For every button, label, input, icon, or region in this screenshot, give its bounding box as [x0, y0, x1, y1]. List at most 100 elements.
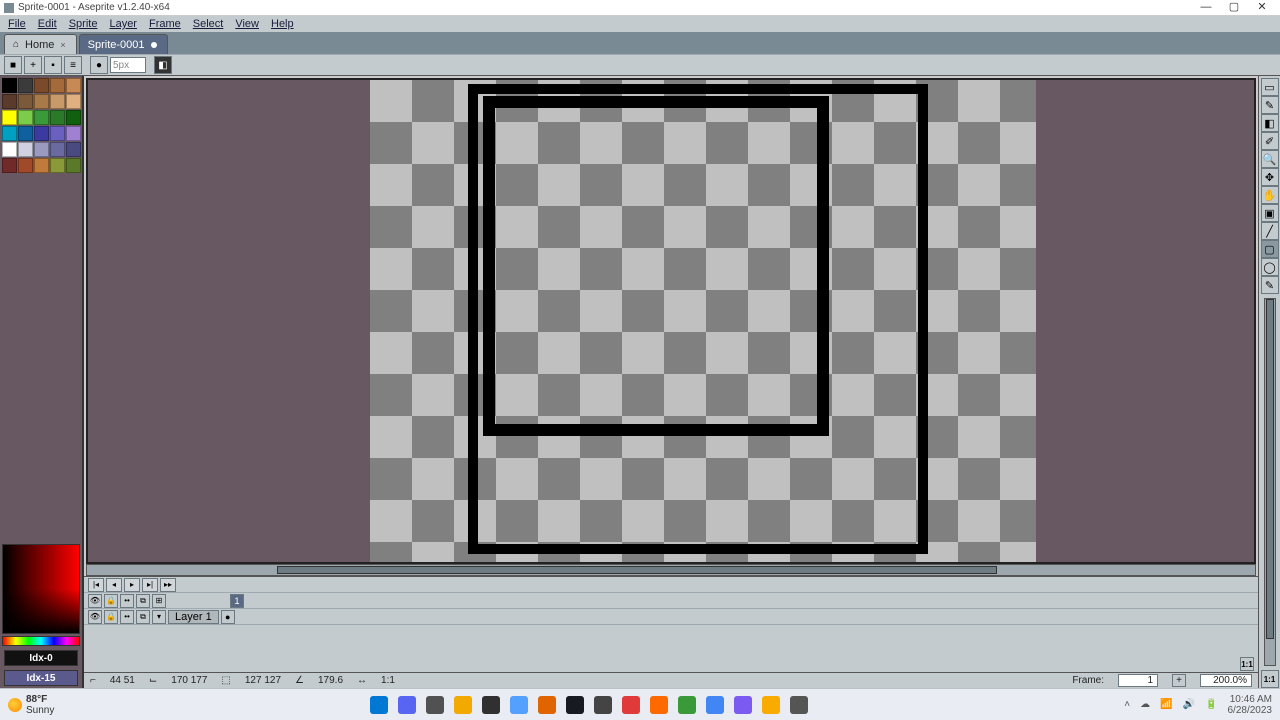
- brush-square-button[interactable]: ▪: [44, 56, 62, 74]
- palette-swatch-21[interactable]: [18, 142, 33, 157]
- palette-swatch-6[interactable]: [18, 94, 33, 109]
- hue-spectrum[interactable]: [2, 636, 80, 646]
- color-palette[interactable]: [0, 76, 82, 175]
- layer-continuous-toggle[interactable]: ••: [120, 610, 134, 624]
- os-taskbar[interactable]: 88°F Sunny ˄ ☁ 📶 🔊 🔋 10:46 AM 6/28/2023: [0, 688, 1280, 720]
- brush-size-input[interactable]: [110, 57, 146, 73]
- layer-collapse-toggle[interactable]: ▾: [152, 610, 166, 624]
- palette-swatch-8[interactable]: [50, 94, 65, 109]
- add-layer-header-icon[interactable]: ⊞: [152, 594, 166, 608]
- zoom-icon[interactable]: 🔍: [1261, 150, 1279, 168]
- palette-swatch-10[interactable]: [2, 110, 17, 125]
- brush-add-button[interactable]: +: [24, 56, 42, 74]
- move-icon[interactable]: ✥: [1261, 168, 1279, 186]
- palette-swatch-0[interactable]: [2, 78, 17, 93]
- play-button[interactable]: ▸: [124, 578, 140, 592]
- onedrive-icon[interactable]: ☁: [1140, 699, 1150, 710]
- layer-name-label[interactable]: Layer 1: [168, 610, 219, 624]
- palette-swatch-15[interactable]: [2, 126, 17, 141]
- palette-swatch-1[interactable]: [18, 78, 33, 93]
- hscroll-thumb[interactable]: [277, 566, 997, 574]
- menu-file[interactable]: File: [2, 18, 32, 30]
- link-header-icon[interactable]: ⧉: [136, 594, 150, 608]
- line-icon[interactable]: ╱: [1261, 222, 1279, 240]
- next-frame-button[interactable]: ▸|: [142, 578, 158, 592]
- menu-help[interactable]: Help: [265, 18, 300, 30]
- eyedropper-icon[interactable]: ✐: [1261, 132, 1279, 150]
- last-frame-button[interactable]: ▸▸: [160, 578, 176, 592]
- hand-icon[interactable]: ✋: [1261, 186, 1279, 204]
- palette-swatch-14[interactable]: [66, 110, 81, 125]
- eraser-icon[interactable]: ◧: [1261, 114, 1279, 132]
- first-frame-button[interactable]: |◂: [88, 578, 104, 592]
- palette-swatch-11[interactable]: [18, 110, 33, 125]
- wifi-icon[interactable]: 📶: [1160, 699, 1172, 710]
- color-picker[interactable]: [2, 544, 80, 634]
- vertical-scrollbar[interactable]: [1264, 298, 1276, 666]
- foreground-color-index[interactable]: Idx-0: [4, 650, 78, 666]
- frame-add-button[interactable]: +: [1172, 674, 1186, 687]
- palette-swatch-20[interactable]: [2, 142, 17, 157]
- palette-swatch-5[interactable]: [2, 94, 17, 109]
- taskbar-app-icon-5[interactable]: [510, 696, 528, 714]
- taskbar-app-icon-0[interactable]: [370, 696, 388, 714]
- paint-bucket-icon[interactable]: ▣: [1261, 204, 1279, 222]
- taskbar-app-icon-1[interactable]: [398, 696, 416, 714]
- taskbar-app-icon-4[interactable]: [482, 696, 500, 714]
- menu-select[interactable]: Select: [187, 18, 230, 30]
- frame-header-1[interactable]: 1: [230, 594, 244, 608]
- palette-swatch-29[interactable]: [66, 158, 81, 173]
- palette-swatch-12[interactable]: [34, 110, 49, 125]
- contour-icon[interactable]: ✎: [1261, 276, 1279, 294]
- tab-sprite-0001[interactable]: Sprite-0001: [79, 34, 168, 54]
- layer-row[interactable]: 👁 🔒 •• ⧉ ▾ Layer 1 ●: [84, 609, 1258, 625]
- tab-home[interactable]: ⌂ Home ×: [4, 34, 77, 54]
- menu-view[interactable]: View: [229, 18, 265, 30]
- layer-visibility-toggle[interactable]: 👁: [88, 610, 102, 624]
- marquee-icon[interactable]: ▭: [1261, 78, 1279, 96]
- taskbar-clock[interactable]: 10:46 AM 6/28/2023: [1228, 694, 1273, 716]
- cel-frame-1[interactable]: ●: [221, 610, 235, 624]
- pencil-icon[interactable]: ✎: [1261, 96, 1279, 114]
- taskbar-app-icon-6[interactable]: [538, 696, 556, 714]
- taskbar-app-icon-14[interactable]: [762, 696, 780, 714]
- battery-icon[interactable]: 🔋: [1205, 699, 1217, 710]
- system-tray[interactable]: ˄ ☁ 📶 🔊 🔋 10:46 AM 6/28/2023: [1124, 694, 1272, 716]
- brush-type-button[interactable]: ■: [4, 56, 22, 74]
- palette-swatch-18[interactable]: [50, 126, 65, 141]
- taskbar-weather[interactable]: 88°F Sunny: [8, 694, 54, 716]
- palette-swatch-22[interactable]: [34, 142, 49, 157]
- menu-edit[interactable]: Edit: [32, 18, 63, 30]
- palette-swatch-25[interactable]: [2, 158, 17, 173]
- fit-one-to-one-button[interactable]: 1:1: [1240, 657, 1254, 671]
- vscroll-thumb[interactable]: [1266, 299, 1274, 639]
- ellipse-icon[interactable]: ◯: [1261, 258, 1279, 276]
- window-maximize-button[interactable]: ▢: [1220, 1, 1248, 15]
- tab-home-close[interactable]: ×: [60, 40, 65, 50]
- taskbar-app-icon-2[interactable]: [426, 696, 444, 714]
- palette-swatch-28[interactable]: [50, 158, 65, 173]
- palette-swatch-2[interactable]: [34, 78, 49, 93]
- palette-swatch-19[interactable]: [66, 126, 81, 141]
- one-to-one-zoom-button[interactable]: 1:1: [1261, 670, 1279, 688]
- window-minimize-button[interactable]: —: [1192, 1, 1220, 15]
- taskbar-app-icon-13[interactable]: [734, 696, 752, 714]
- palette-swatch-13[interactable]: [50, 110, 65, 125]
- window-close-button[interactable]: ✕: [1248, 1, 1276, 15]
- rectangle-icon[interactable]: ▢: [1261, 240, 1279, 258]
- palette-swatch-17[interactable]: [34, 126, 49, 141]
- taskbar-app-icon-7[interactable]: [566, 696, 584, 714]
- menu-sprite[interactable]: Sprite: [63, 18, 104, 30]
- taskbar-app-icon-8[interactable]: [594, 696, 612, 714]
- status-frame-value[interactable]: 1: [1118, 674, 1158, 687]
- taskbar-app-icon-10[interactable]: [650, 696, 668, 714]
- taskbar-app-icon-15[interactable]: [790, 696, 808, 714]
- chevron-up-icon[interactable]: ˄: [1124, 699, 1130, 710]
- palette-swatch-27[interactable]: [34, 158, 49, 173]
- lock-header-icon[interactable]: 🔒: [104, 594, 118, 608]
- prev-frame-button[interactable]: ◂: [106, 578, 122, 592]
- taskbar-app-icon-11[interactable]: [678, 696, 696, 714]
- taskbar-app-icon-9[interactable]: [622, 696, 640, 714]
- menu-layer[interactable]: Layer: [103, 18, 143, 30]
- palette-swatch-23[interactable]: [50, 142, 65, 157]
